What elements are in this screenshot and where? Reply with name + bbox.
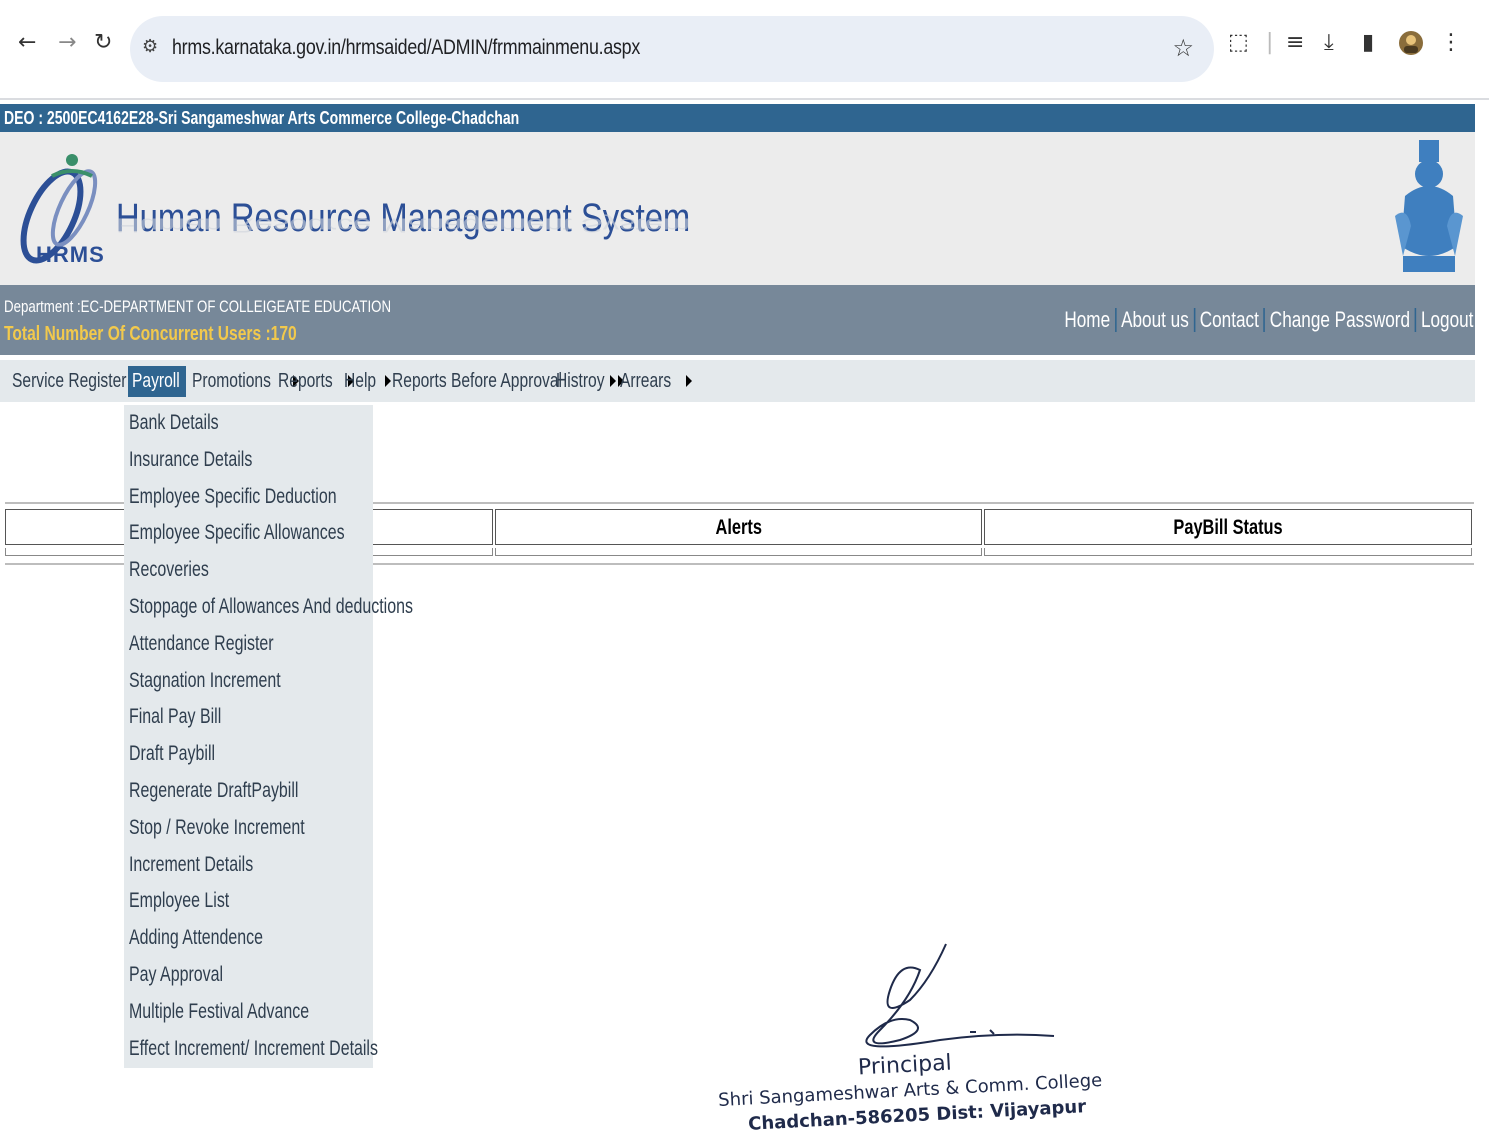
link-separator	[1414, 308, 1416, 332]
dropdown-item-adding-attendence[interactable]: Adding Attendence	[124, 920, 373, 957]
forward-icon[interactable]: →	[58, 30, 76, 55]
contact-link[interactable]: Contact	[1199, 307, 1258, 333]
concurrent-users: Total Number Of Concurrent Users :170	[4, 323, 297, 345]
top-links: Home About us Contact Change Password Lo…	[1064, 307, 1473, 333]
menu-payroll[interactable]: Payroll	[128, 365, 200, 397]
home-link[interactable]: Home	[1064, 307, 1110, 333]
dropdown-item-regenerate-draftpaybill[interactable]: Regenerate DraftPaybill	[124, 773, 373, 810]
dropdown-item-pay-approval[interactable]: Pay Approval	[124, 957, 373, 994]
dropdown-item-label: Draft Paybill	[129, 742, 216, 766]
dropdown-item-label: Stop / Revoke Increment	[129, 815, 305, 839]
dropdown-item-label: Pay Approval	[129, 962, 224, 986]
stamp-title: Principal	[857, 1050, 953, 1081]
download-icon[interactable]: ⤓	[1324, 30, 1334, 55]
site-info-icon[interactable]: ⚙	[142, 36, 158, 57]
page: ← → ↻ ⚙ hrms.karnataka.gov.in/hrmsaided/…	[0, 0, 1489, 1140]
signature	[865, 943, 1055, 1048]
reading-list-icon[interactable]: ≡	[1286, 30, 1304, 55]
table-cell	[495, 548, 982, 556]
table-header-alerts: Alerts	[495, 509, 982, 545]
menu-label: Payroll	[132, 369, 180, 392]
dropdown-item-insurance-details[interactable]: Insurance Details	[124, 442, 373, 479]
dropdown-item-effect-increment[interactable]: Effect Increment/ Increment Details	[124, 1031, 378, 1068]
link-separator	[1263, 308, 1265, 332]
logout-link[interactable]: Logout	[1421, 307, 1473, 333]
address-bar[interactable]: ⚙ hrms.karnataka.gov.in/hrmsaided/ADMIN/…	[130, 16, 1214, 82]
dropdown-item-stagnation-increment[interactable]: Stagnation Increment	[124, 663, 373, 700]
table-cell	[984, 548, 1472, 556]
extensions-icon[interactable]: ⬚	[1228, 30, 1249, 55]
dropdown-item-stoppage-of-allowances[interactable]: Stoppage of Allowances And deductions	[124, 589, 413, 626]
dropdown-item-label: Employee Specific Allowances	[129, 521, 345, 545]
toolbar-divider: |	[1266, 30, 1274, 55]
menu-arrears[interactable]: Arrears	[616, 366, 692, 397]
chrome-divider	[0, 98, 1489, 100]
dropdown-item-attendance-register[interactable]: Attendance Register	[124, 626, 373, 663]
dropdown-item-label: Final Pay Bill	[129, 705, 222, 729]
table-header-label: PayBill Status	[1173, 516, 1283, 539]
dropdown-item-label: Multiple Festival Advance	[129, 999, 310, 1023]
menu-label: Reports	[278, 369, 333, 392]
menu-label: Service Register	[12, 369, 127, 392]
dropdown-item-label: Stagnation Increment	[129, 668, 281, 692]
karnataka-emblem	[1395, 140, 1463, 272]
about-us-link[interactable]: About us	[1121, 307, 1189, 333]
menu-label: Reports Before Approval	[392, 369, 562, 392]
more-menu-icon[interactable]: ⋮	[1440, 30, 1462, 55]
main-menu: Service Register Payroll Promotions Repo…	[0, 360, 1475, 402]
dropdown-item-label: Attendance Register	[129, 631, 274, 655]
deo-text: DEO : 2500EC4162E28-Sri Sangameshwar Art…	[4, 108, 520, 128]
dropdown-item-employee-specific-allowances[interactable]: Employee Specific Allowances	[124, 515, 373, 552]
deo-bar: DEO : 2500EC4162E28-Sri Sangameshwar Art…	[0, 104, 1475, 132]
link-separator	[1114, 308, 1116, 332]
reload-icon[interactable]: ↻	[94, 30, 112, 55]
dropdown-item-label: Regenerate DraftPaybill	[129, 778, 299, 802]
menu-label: Histroy	[556, 369, 605, 392]
change-password-link[interactable]: Change Password	[1269, 307, 1409, 333]
dropdown-item-label: Increment Details	[129, 852, 254, 876]
dropdown-item-draft-paybill[interactable]: Draft Paybill	[124, 736, 373, 773]
dropdown-item-label: Adding Attendence	[129, 926, 264, 950]
department-name: Department :EC-DEPARTMENT OF COLLEIGEATE…	[4, 297, 392, 316]
profile-avatar[interactable]	[1398, 30, 1424, 62]
dropdown-item-bank-details[interactable]: Bank Details	[124, 405, 373, 442]
menu-history[interactable]: Histroy	[552, 366, 625, 397]
dropdown-item-multiple-festival-advance[interactable]: Multiple Festival Advance	[124, 994, 373, 1031]
link-separator	[1193, 308, 1195, 332]
dropdown-item-recoveries[interactable]: Recoveries	[124, 552, 373, 589]
menu-arrow-icon	[685, 375, 692, 387]
system-title-reflection: Human Resource Management System	[116, 214, 691, 236]
dropdown-item-label: Employee Specific Deduction	[129, 484, 337, 508]
dropdown-item-final-pay-bill[interactable]: Final Pay Bill	[124, 699, 373, 736]
star-icon[interactable]: ☆	[1172, 34, 1194, 62]
back-icon[interactable]: ←	[18, 30, 36, 55]
side-panel-icon[interactable]: ▮	[1362, 30, 1374, 55]
dropdown-item-increment-details[interactable]: Increment Details	[124, 847, 373, 884]
menu-promotions[interactable]: Promotions	[188, 366, 300, 397]
browser-toolbar: ← → ↻ ⚙ hrms.karnataka.gov.in/hrmsaided/…	[0, 0, 1489, 100]
table-header-paybill-status: PayBill Status	[984, 509, 1472, 545]
banner: HRMS Human Resource Management System Hu…	[0, 132, 1475, 285]
dropdown-item-label: Recoveries	[129, 558, 209, 582]
dropdown-item-label: Employee List	[129, 889, 230, 913]
dropdown-item-label: Stoppage of Allowances And deductions	[129, 594, 413, 618]
dropdown-item-stop-revoke-increment[interactable]: Stop / Revoke Increment	[124, 810, 373, 847]
dropdown-item-employee-specific-deduction[interactable]: Employee Specific Deduction	[124, 479, 373, 516]
dropdown-item-employee-list[interactable]: Employee List	[124, 883, 373, 920]
logo-text: HRMS	[36, 242, 105, 267]
menu-reports[interactable]: Reports	[274, 366, 355, 397]
menu-service-register[interactable]: Service Register	[8, 366, 165, 397]
menu-label: Help	[344, 369, 377, 392]
url-text[interactable]: hrms.karnataka.gov.in/hrmsaided/ADMIN/fr…	[172, 36, 640, 60]
department-bar: Department :EC-DEPARTMENT OF COLLEIGEATE…	[0, 285, 1475, 355]
dropdown-item-label: Bank Details	[129, 411, 219, 434]
menu-label: Promotions	[192, 369, 271, 392]
payroll-dropdown: Bank Details Insurance Details Employee …	[124, 405, 413, 1068]
menu-help[interactable]: Help	[340, 366, 392, 397]
dropdown-item-label: Effect Increment/ Increment Details	[129, 1036, 378, 1060]
menu-label: Arrears	[620, 369, 672, 392]
menu-reports-before-approval[interactable]: Reports Before Approval	[388, 366, 616, 397]
table-header-label: Alerts	[715, 516, 762, 539]
dropdown-item-label: Insurance Details	[129, 447, 253, 471]
